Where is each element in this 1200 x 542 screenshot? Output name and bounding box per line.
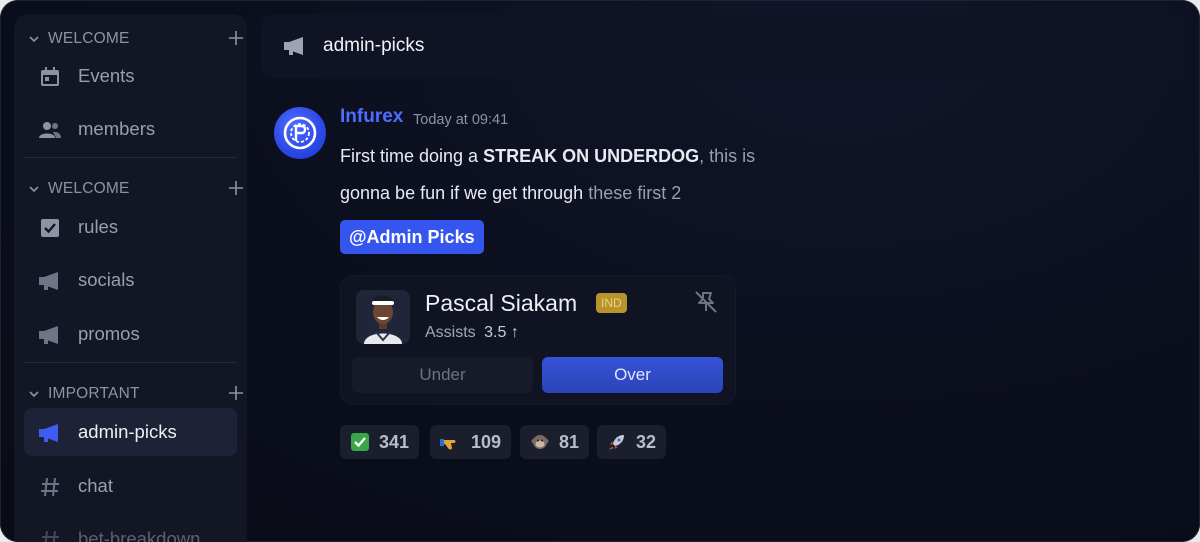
reaction-count: 81: [559, 431, 580, 452]
logo-icon: [283, 116, 317, 150]
megaphone-icon: [38, 269, 62, 293]
channel-header: admin-picks: [261, 14, 1185, 78]
reaction-count: 109: [471, 431, 502, 452]
chevron-down-icon: [29, 36, 39, 43]
sidebar-item-label: chat: [78, 475, 113, 496]
section-title: IMPORTANT: [48, 385, 140, 402]
message-text: these first 2: [588, 183, 682, 203]
stat-line: Assists 3.5 ↑: [425, 324, 519, 342]
monkey-emoji-icon: [530, 432, 550, 452]
sidebar-item-label: socials: [78, 269, 135, 290]
channel-sidebar: WELCOME Events members WELCOME rules soc…: [14, 14, 247, 542]
under-button[interactable]: Under: [352, 357, 533, 393]
pointing-hand-emoji-icon: [440, 432, 462, 452]
over-button[interactable]: Over: [542, 357, 723, 393]
sidebar-item-admin-picks[interactable]: admin-picks: [24, 408, 237, 456]
calendar-icon: [38, 65, 62, 89]
section-divider: [24, 362, 237, 363]
message-text-line-2: gonna be fun if we get through these fir…: [340, 183, 681, 204]
section-welcome-1[interactable]: WELCOME: [28, 28, 246, 50]
role-mention[interactable]: @Admin Picks: [340, 220, 484, 254]
message-text-line-1: First time doing a STREAK ON UNDERDOG, t…: [340, 146, 755, 167]
stat-value: 3.5: [484, 324, 507, 341]
section-important[interactable]: IMPORTANT: [28, 383, 246, 405]
rocket-emoji-icon: [607, 432, 627, 452]
player-name: Pascal Siakam: [425, 290, 578, 316]
sidebar-item-rules[interactable]: rules: [24, 203, 237, 251]
reaction-count: 32: [636, 431, 657, 452]
add-channel-icon[interactable]: [226, 383, 246, 403]
reaction-monkey[interactable]: 81: [520, 425, 590, 459]
sidebar-item-socials[interactable]: socials: [24, 256, 237, 304]
check-emoji-icon: [350, 432, 370, 452]
megaphone-icon: [284, 37, 303, 55]
section-divider: [24, 157, 237, 158]
player-photo: [356, 290, 410, 344]
message-text: , this is: [699, 146, 756, 166]
sidebar-item-label: admin-picks: [78, 421, 177, 442]
reaction-count: 341: [379, 431, 410, 452]
message-timestamp: Today at 09:41: [413, 112, 509, 128]
section-title: WELCOME: [48, 30, 130, 47]
sidebar-item-chat[interactable]: chat: [24, 462, 237, 510]
reaction-rocket[interactable]: 32: [597, 425, 667, 459]
app-window: WELCOME Events members WELCOME rules soc…: [0, 0, 1200, 542]
megaphone-icon: [38, 421, 62, 445]
arrow-up-icon: ↑: [510, 324, 519, 341]
avatar[interactable]: [274, 107, 326, 159]
message-text: First time doing a: [340, 146, 484, 166]
pick-card: Pascal Siakam IND Assists 3.5 ↑ Under Ov…: [341, 276, 735, 404]
chevron-down-icon: [29, 186, 39, 193]
sidebar-item-events[interactable]: Events: [24, 52, 237, 100]
add-channel-icon[interactable]: [226, 28, 246, 48]
team-badge: IND: [596, 293, 627, 313]
message-text: gonna be fun if we get through: [340, 183, 589, 203]
sidebar-item-label: rules: [78, 216, 119, 237]
checklist-icon: [38, 216, 62, 240]
sidebar-item-label: promos: [78, 323, 140, 344]
reaction-pointing-hand[interactable]: 109: [430, 425, 512, 459]
section-welcome-2[interactable]: WELCOME: [28, 178, 246, 200]
hash-icon: [38, 528, 62, 542]
sidebar-item-bet-breakdown[interactable]: bet-breakdown: [24, 515, 237, 542]
sidebar-item-label: bet-breakdown: [78, 528, 201, 542]
sidebar-item-members[interactable]: members: [24, 105, 237, 153]
sidebar-item-label: members: [78, 118, 156, 139]
sidebar-item-promos[interactable]: promos: [24, 310, 237, 358]
sidebar-item-label: Events: [78, 65, 135, 86]
section-title: WELCOME: [48, 180, 130, 197]
message-author[interactable]: Infurex: [340, 106, 403, 128]
reaction-check[interactable]: 341: [340, 425, 420, 459]
stat-label: Assists: [425, 324, 476, 341]
message-bold-text: STREAK ON UNDERDOG: [483, 146, 700, 166]
megaphone-icon: [38, 323, 62, 347]
people-icon: [38, 118, 62, 142]
pin-off-icon[interactable]: [693, 289, 719, 315]
chevron-down-icon: [29, 391, 39, 398]
channel-title: admin-picks: [323, 35, 425, 56]
hash-icon: [38, 475, 62, 499]
add-channel-icon[interactable]: [226, 178, 246, 198]
